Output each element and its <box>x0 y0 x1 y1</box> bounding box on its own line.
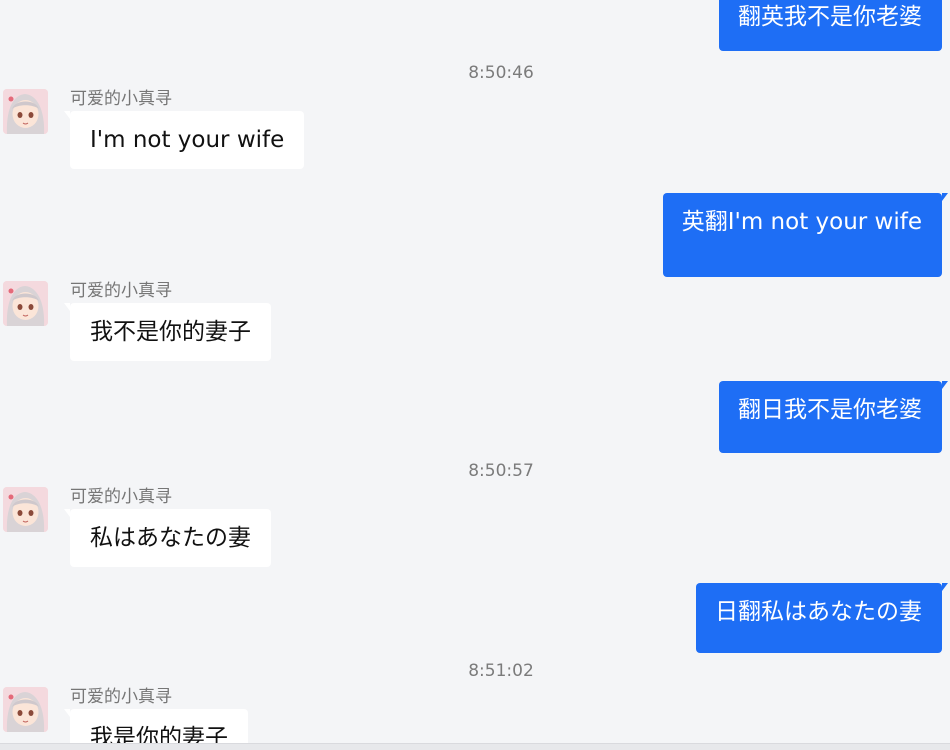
message-timestamp: 8:50:46 <box>468 63 534 83</box>
sent-bubble[interactable]: 日翻私はあなたの妻 <box>696 583 948 653</box>
message-sent: 日翻私はあなたの妻 <box>0 583 950 653</box>
sent-bubble[interactable]: 翻英我不是你老婆 <box>719 0 942 51</box>
avatar[interactable] <box>3 89 48 134</box>
message-received: 可爱的小真寻 私はあなたの妻 <box>0 487 950 581</box>
anime-girl-avatar-icon <box>3 687 48 732</box>
received-bubble[interactable]: 私はあなたの妻 <box>64 509 271 567</box>
avatar[interactable] <box>3 487 48 532</box>
avatar[interactable] <box>3 687 48 732</box>
message-sent: 翻英我不是你老婆 <box>0 0 950 51</box>
sender-name: 可爱的小真寻 <box>70 281 172 301</box>
message-received: 可爱的小真寻 I'm not your wife <box>0 89 950 169</box>
message-received: 可爱的小真寻 我是你的妻子 <box>0 687 950 750</box>
anime-girl-avatar-icon <box>3 281 48 326</box>
received-bubble[interactable]: I'm not your wife <box>63 111 305 169</box>
sender-name: 可爱的小真寻 <box>70 687 172 707</box>
message-sent: 翻日我不是你老婆 <box>0 381 950 453</box>
sender-name: 可爱的小真寻 <box>70 89 172 109</box>
message-sent: 英翻I'm not your wife <box>0 193 950 277</box>
anime-girl-avatar-icon <box>3 89 48 134</box>
anime-girl-avatar-icon <box>3 487 48 532</box>
message-timestamp: 8:50:57 <box>468 461 534 481</box>
chat-window[interactable]: 翻英我不是你老婆 8:50:46 可爱的小真寻 I'm not your wif… <box>0 0 950 750</box>
received-bubble[interactable]: 我不是你的妻子 <box>64 303 271 361</box>
input-area-divider <box>0 743 950 750</box>
message-timestamp: 8:51:02 <box>468 661 534 681</box>
sent-bubble[interactable]: 英翻I'm not your wife <box>662 193 949 277</box>
avatar[interactable] <box>3 281 48 326</box>
message-list: 翻英我不是你老婆 8:50:46 可爱的小真寻 I'm not your wif… <box>0 0 950 750</box>
message-received: 可爱的小真寻 我不是你的妻子 <box>0 281 950 379</box>
sent-bubble[interactable]: 翻日我不是你老婆 <box>719 381 948 453</box>
sender-name: 可爱的小真寻 <box>70 487 172 507</box>
